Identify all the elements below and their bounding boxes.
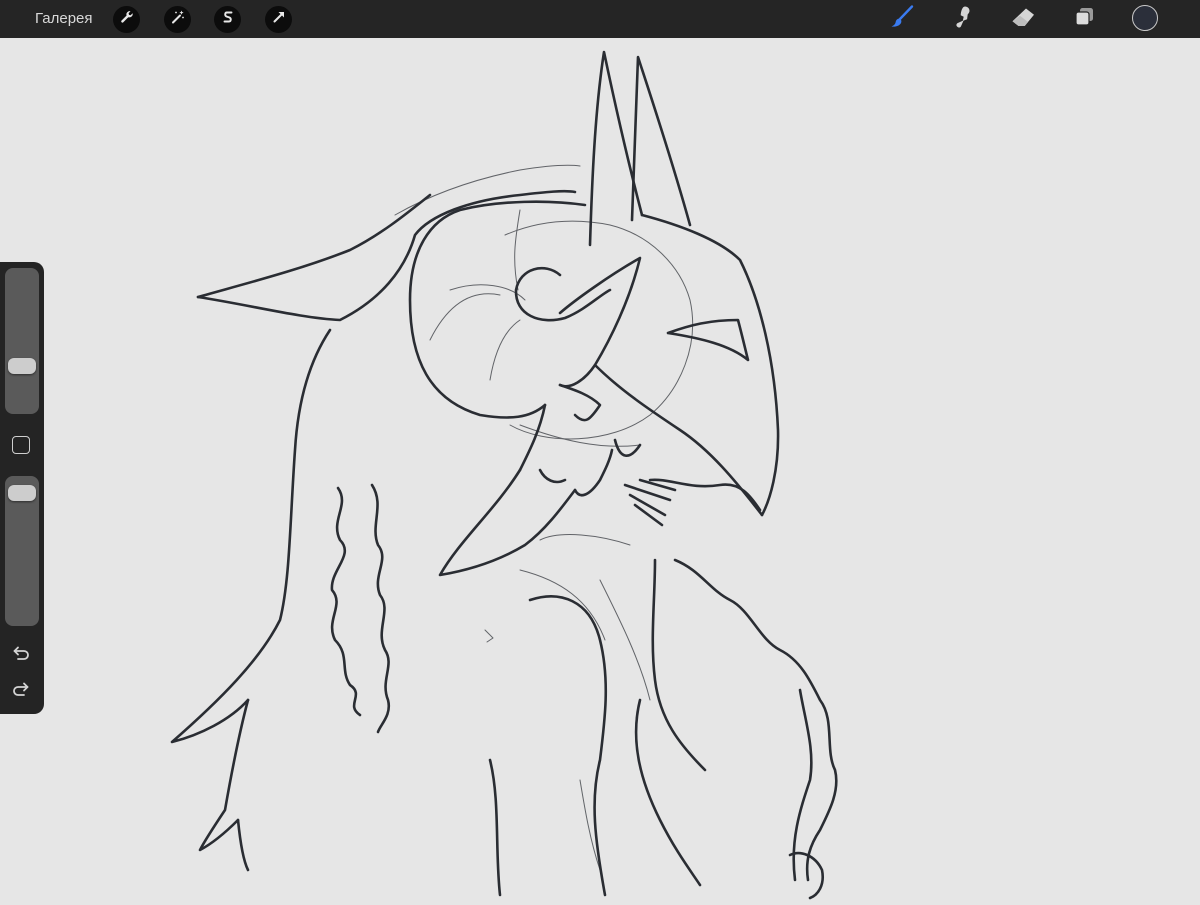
color-picker-swatch[interactable] [1132,5,1158,31]
eraser-icon [1009,6,1037,33]
top-toolbar: Галерея [0,0,1200,38]
selection-button[interactable] [214,6,241,33]
brush-tool-button[interactable] [887,4,917,34]
owl-griffin-sketch [170,50,838,900]
brush-icon [888,3,916,36]
gallery-button[interactable]: Галерея [35,10,93,28]
eraser-tool-button[interactable] [1008,4,1038,34]
transform-arrow-icon [271,9,287,30]
selection-s-icon [220,9,236,30]
smudge-tool-button[interactable] [948,4,978,34]
magic-wand-icon [170,9,186,30]
layers-button[interactable] [1069,4,1099,34]
smudge-icon [950,4,976,35]
wrench-icon [119,9,135,30]
layers-icon [1072,5,1096,34]
actions-button[interactable] [113,6,140,33]
drawing-canvas[interactable] [0,38,1200,900]
adjustments-button[interactable] [164,6,191,33]
transform-button[interactable] [265,6,292,33]
